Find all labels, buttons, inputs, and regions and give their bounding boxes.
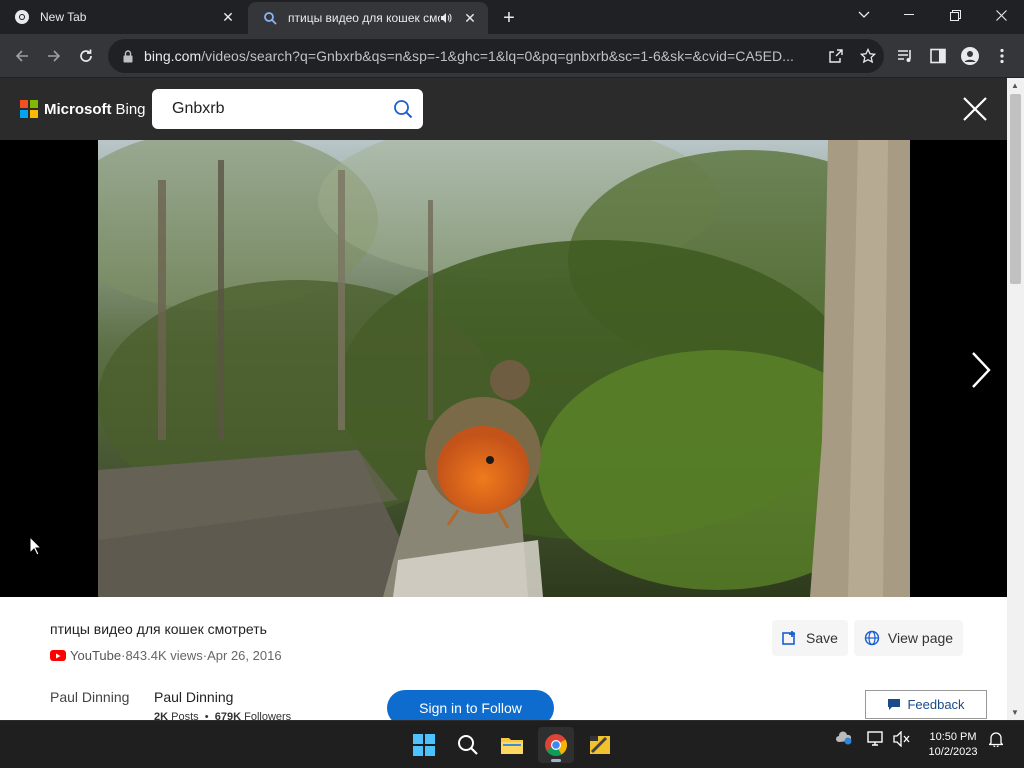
save-button[interactable]: Save xyxy=(772,620,848,656)
tab-strip: New Tab ✕ птицы видео для кошек смотреть… xyxy=(0,0,1024,34)
clock-date: 10/2/2023 xyxy=(928,746,978,758)
speaker-icon[interactable] xyxy=(440,12,456,24)
url-text[interactable]: bing.com/videos/search?q=Gnbxrb&qs=n&sp=… xyxy=(144,48,820,64)
video-date: Apr 26, 2016 xyxy=(207,648,282,663)
video-source[interactable]: YouTube xyxy=(70,648,121,663)
search-box[interactable]: Gnbxrb xyxy=(152,89,423,129)
author-stats: 2K Posts • 679K Followers xyxy=(154,711,291,720)
windows-taskbar: 10:50 PM 10/2/2023 xyxy=(0,720,1024,768)
logo-text-microsoft: Microsoft xyxy=(44,100,112,118)
microsoft-bing-logo[interactable]: Microsoft Bing xyxy=(20,100,146,118)
posts-label: Posts xyxy=(171,711,199,720)
video-player-area[interactable] xyxy=(0,140,1007,597)
feedback-icon xyxy=(888,699,901,710)
restore-icon[interactable] xyxy=(932,0,978,30)
video-frame[interactable] xyxy=(98,140,910,597)
close-tab-icon[interactable]: ✕ xyxy=(460,8,480,28)
globe-icon xyxy=(864,630,880,646)
tab-title: птицы видео для кошек смотреть xyxy=(288,11,440,25)
tab-title: New Tab xyxy=(40,10,87,24)
tab-bing-videos[interactable]: птицы видео для кошек смотреть ✕ xyxy=(248,2,488,34)
video-info-panel: птицы видео для кошек смотреть YouTube ·… xyxy=(0,597,1007,720)
taskbar-search-icon[interactable] xyxy=(450,727,486,763)
video-meta: YouTube · 843.4K views · Apr 26, 2016 xyxy=(50,648,282,663)
video-actions: Save View page xyxy=(772,620,969,656)
page-content: Microsoft Bing Gnbxrb птицы видео для ко… xyxy=(0,78,1024,720)
youtube-icon xyxy=(50,650,66,661)
clock-time: 10:50 PM xyxy=(929,731,977,743)
close-overlay-icon[interactable] xyxy=(960,94,990,124)
sign-in-to-follow-button[interactable]: Sign in to Follow xyxy=(387,690,554,720)
chrome-taskbar-icon[interactable] xyxy=(538,727,574,763)
feedback-button[interactable]: Feedback xyxy=(865,690,987,719)
url-host: bing.com xyxy=(144,48,202,64)
author-row: Paul Dinning Paul Dinning xyxy=(50,689,233,705)
more-menu-icon[interactable] xyxy=(990,44,1014,68)
minimize-icon[interactable] xyxy=(886,0,932,30)
save-label: Save xyxy=(806,630,838,646)
posts-count: 2K xyxy=(154,711,169,720)
browser-toolbar: bing.com/videos/search?q=Gnbxrb&qs=n&sp=… xyxy=(0,34,1024,78)
close-tab-icon[interactable]: ✕ xyxy=(218,7,238,27)
search-icon[interactable] xyxy=(383,99,423,119)
mouse-cursor-icon xyxy=(29,535,43,561)
followers-label: Followers xyxy=(244,711,292,720)
scrollbar-thumb[interactable] xyxy=(1010,94,1021,284)
file-explorer-icon[interactable] xyxy=(494,727,530,763)
chevron-down-icon[interactable] xyxy=(842,0,886,30)
feedback-label: Feedback xyxy=(907,697,965,712)
search-input[interactable]: Gnbxrb xyxy=(152,100,383,118)
app-icon[interactable] xyxy=(582,727,618,763)
forward-icon[interactable] xyxy=(40,42,68,70)
view-page-label: View page xyxy=(887,630,954,646)
close-window-icon[interactable] xyxy=(978,0,1024,30)
followers-count: 679K xyxy=(214,711,242,720)
bing-header: Microsoft Bing Gnbxrb xyxy=(0,78,1007,140)
lock-icon[interactable] xyxy=(120,49,136,63)
page-scrollbar[interactable]: ▲ ▼ xyxy=(1007,78,1024,720)
scroll-down-icon[interactable]: ▼ xyxy=(1011,708,1020,717)
bing-search-icon xyxy=(262,10,278,26)
address-bar[interactable]: bing.com/videos/search?q=Gnbxrb&qs=n&sp=… xyxy=(108,39,884,73)
view-page-button[interactable]: View page xyxy=(853,620,964,656)
network-icon[interactable] xyxy=(866,731,886,747)
robin-video-thumbnail xyxy=(98,140,910,597)
back-icon[interactable] xyxy=(8,42,36,70)
video-views: 843.4K views xyxy=(125,648,203,663)
media-control-icon[interactable] xyxy=(894,44,918,68)
url-path: /videos/search?q=Gnbxrb&qs=n&sp=-1&ghc=1… xyxy=(201,48,794,64)
onedrive-icon[interactable] xyxy=(834,731,854,745)
volume-muted-icon[interactable] xyxy=(892,731,912,747)
stats-dot: • xyxy=(204,711,209,720)
save-plus-icon xyxy=(782,631,795,645)
window-controls xyxy=(842,0,1024,30)
chrome-icon xyxy=(14,9,30,25)
bookmark-star-icon[interactable] xyxy=(852,42,884,70)
video-title[interactable]: птицы видео для кошек смотреть xyxy=(50,621,267,637)
logo-text-bing: Bing xyxy=(115,100,146,118)
scroll-up-icon[interactable]: ▲ xyxy=(1011,81,1020,90)
profile-icon[interactable] xyxy=(958,44,982,68)
microsoft-logo-icon xyxy=(20,100,38,118)
notification-bell-icon[interactable] xyxy=(988,731,1004,747)
tab-new-tab[interactable]: New Tab ✕ xyxy=(0,0,246,34)
next-video-icon[interactable] xyxy=(970,350,992,390)
reload-icon[interactable] xyxy=(72,42,100,70)
new-tab-button[interactable]: + xyxy=(498,7,520,29)
windows-start-icon[interactable] xyxy=(406,727,442,763)
system-clock[interactable]: 10:50 PM 10/2/2023 xyxy=(922,730,984,760)
author-name[interactable]: Paul Dinning xyxy=(154,689,233,705)
avatar[interactable]: Paul Dinning xyxy=(50,689,150,705)
side-panel-icon[interactable] xyxy=(926,44,950,68)
share-icon[interactable] xyxy=(820,42,852,70)
